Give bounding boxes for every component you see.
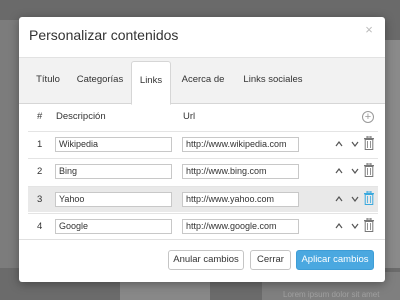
background-panel-right xyxy=(383,40,400,270)
url-input[interactable]: http://www.yahoo.com xyxy=(182,192,299,207)
row-number: 4 xyxy=(37,221,43,232)
tab-links[interactable]: Links xyxy=(131,61,171,105)
background-panel-left xyxy=(0,20,20,280)
description-input[interactable]: Google xyxy=(55,219,172,234)
move-up-icon[interactable] xyxy=(334,139,344,149)
trash-icon[interactable] xyxy=(364,217,374,232)
move-down-icon[interactable] xyxy=(350,139,360,149)
trash-icon[interactable] xyxy=(364,190,374,205)
tab-titulo[interactable]: Título xyxy=(29,64,67,104)
row-number: 2 xyxy=(37,166,43,177)
tab-bar: Título Categorías Links Acerca de Links … xyxy=(19,57,385,105)
column-header-description: Descripción xyxy=(56,111,106,122)
table-row: 3 Yahoo http://www.yahoo.com xyxy=(28,186,378,212)
url-input[interactable]: http://www.wikipedia.com xyxy=(182,137,299,152)
close-icon[interactable]: × xyxy=(362,23,376,37)
add-circle-icon[interactable]: + xyxy=(362,111,374,123)
move-down-icon[interactable] xyxy=(350,221,360,231)
trash-icon[interactable] xyxy=(364,162,374,177)
move-down-icon[interactable] xyxy=(350,194,360,204)
table-row: 1 Wikipedia http://www.wikipedia.com xyxy=(28,131,378,157)
row-number: 1 xyxy=(37,139,43,150)
customize-content-dialog: Personalizar contenidos × Título Categor… xyxy=(19,17,385,282)
column-header-url: Url xyxy=(183,111,196,122)
background-footer-text: Lorem ipsum dolor sit amet xyxy=(283,290,380,299)
row-number: 3 xyxy=(37,194,43,205)
table-row: 4 Google http://www.google.com xyxy=(28,213,378,239)
close-button[interactable]: Cerrar xyxy=(250,250,291,270)
dialog-footer: Anular cambios Cerrar Aplicar cambios xyxy=(19,239,385,282)
description-input[interactable]: Wikipedia xyxy=(55,137,172,152)
move-up-icon[interactable] xyxy=(334,166,344,176)
move-down-icon[interactable] xyxy=(350,166,360,176)
url-input[interactable]: http://www.bing.com xyxy=(182,164,299,179)
tab-acerca-de[interactable]: Acerca de xyxy=(177,64,229,104)
apply-changes-button[interactable]: Aplicar cambios xyxy=(296,250,374,270)
table-row: 2 Bing http://www.bing.com xyxy=(28,158,378,184)
trash-icon[interactable] xyxy=(364,135,374,150)
move-up-icon[interactable] xyxy=(334,221,344,231)
description-input[interactable]: Bing xyxy=(55,164,172,179)
column-header-number: # xyxy=(37,111,43,122)
tab-links-sociales[interactable]: Links sociales xyxy=(233,64,313,104)
move-up-icon[interactable] xyxy=(334,194,344,204)
url-input[interactable]: http://www.google.com xyxy=(182,219,299,234)
discard-changes-button[interactable]: Anular cambios xyxy=(168,250,244,270)
dialog-title: Personalizar contenidos xyxy=(29,27,179,43)
description-input[interactable]: Yahoo xyxy=(55,192,172,207)
links-table: # Descripción Url + 1 Wikipedia http://w… xyxy=(28,102,378,242)
tab-categorias[interactable]: Categorías xyxy=(71,64,129,104)
